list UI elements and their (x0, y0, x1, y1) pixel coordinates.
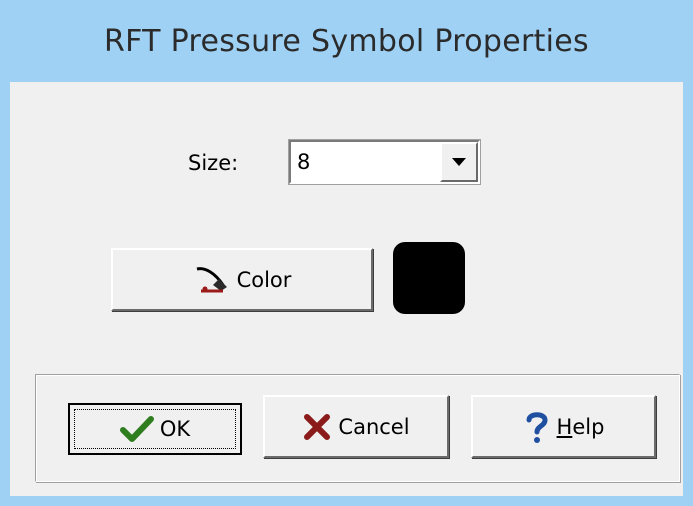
help-label-rest: elp (572, 414, 605, 439)
help-button[interactable]: Help (471, 395, 656, 458)
help-mnemonic: H (556, 414, 573, 439)
title-bar[interactable]: RFT Pressure Symbol Properties (0, 0, 693, 82)
cancel-button-label: Cancel (338, 414, 410, 439)
size-value: 8 (297, 150, 311, 174)
dropdown-arrow-button[interactable] (440, 142, 478, 182)
color-button[interactable]: Color (111, 248, 373, 311)
color-swatch[interactable] (393, 242, 465, 314)
focus-rectangle (74, 409, 236, 449)
size-label: Size: (188, 151, 239, 175)
help-button-label: Help (557, 415, 605, 439)
button-group-frame: OK Cancel Help (35, 374, 680, 482)
ok-button[interactable]: OK (68, 403, 242, 455)
cancel-button[interactable]: Cancel (263, 395, 449, 458)
dialog-window: RFT Pressure Symbol Properties Size: 8 C… (0, 0, 693, 506)
size-dropdown[interactable]: 8 (288, 139, 481, 185)
paint-brush-icon (193, 265, 231, 295)
window-title: RFT Pressure Symbol Properties (104, 23, 589, 59)
x-icon (302, 412, 332, 442)
question-mark-icon (523, 410, 551, 444)
color-button-label: Color (236, 267, 292, 292)
chevron-down-icon (452, 158, 466, 166)
dialog-client-area: Size: 8 Color OK Cancel Help (10, 82, 683, 496)
